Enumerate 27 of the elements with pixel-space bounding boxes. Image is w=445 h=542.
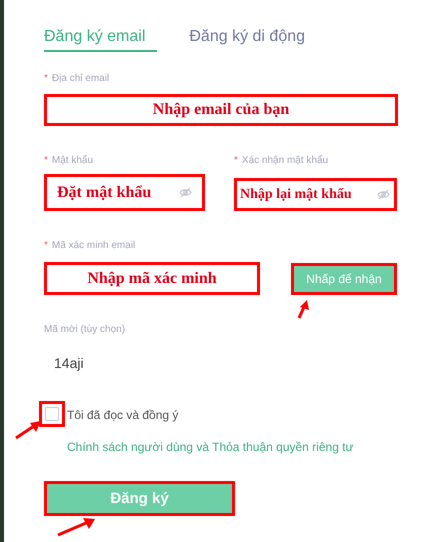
agreement-text: Tôi đã đọc và đồng ý Chính sách người dùng và Thỏa thuận quyền riêng tư [67,407,355,456]
field-label: Mật khẩu [52,154,94,168]
field-label: Xác nhận mật khẩu [242,154,328,168]
required-mark: * [44,239,48,253]
annotation-text: Nhập mã xác minh [87,270,217,288]
eye-slash-icon[interactable] [377,189,390,200]
checkbox[interactable] [45,407,59,421]
annotation-text: Nhập lại mật khẩu [240,186,352,202]
field-label: Mã xác minh email [52,239,136,253]
password-field[interactable]: Đặt mật khẩu [44,174,205,211]
annotation-text: Nhập email của bạn [152,101,290,119]
annotation-arrow [56,517,96,537]
annotation-arrow [296,299,312,319]
annotation-text: Đặt mật khẩu [57,184,152,202]
field-label: Mã mời (tùy chọn) [44,323,126,337]
verification-code-field[interactable]: Nhập mã xác minh [44,262,260,295]
password-field[interactable]: Nhập lại mật khẩu [234,178,397,211]
required-mark: * [44,154,48,168]
required-mark: * [234,154,238,168]
email-field[interactable]: Nhập email của bạn [44,94,398,126]
required-mark: * [44,72,48,86]
field-label: Địa chỉ email [52,72,110,86]
eye-slash-icon[interactable] [179,187,192,198]
policy-link[interactable]: Chính sách người dùng và Thỏa thuận quyền riêng tư [67,440,354,454]
invite-code-field[interactable]: 14aji [44,347,398,379]
tab[interactable]: Đăng ký email [44,26,158,52]
tab[interactable]: Đăng ký di động [189,26,308,52]
